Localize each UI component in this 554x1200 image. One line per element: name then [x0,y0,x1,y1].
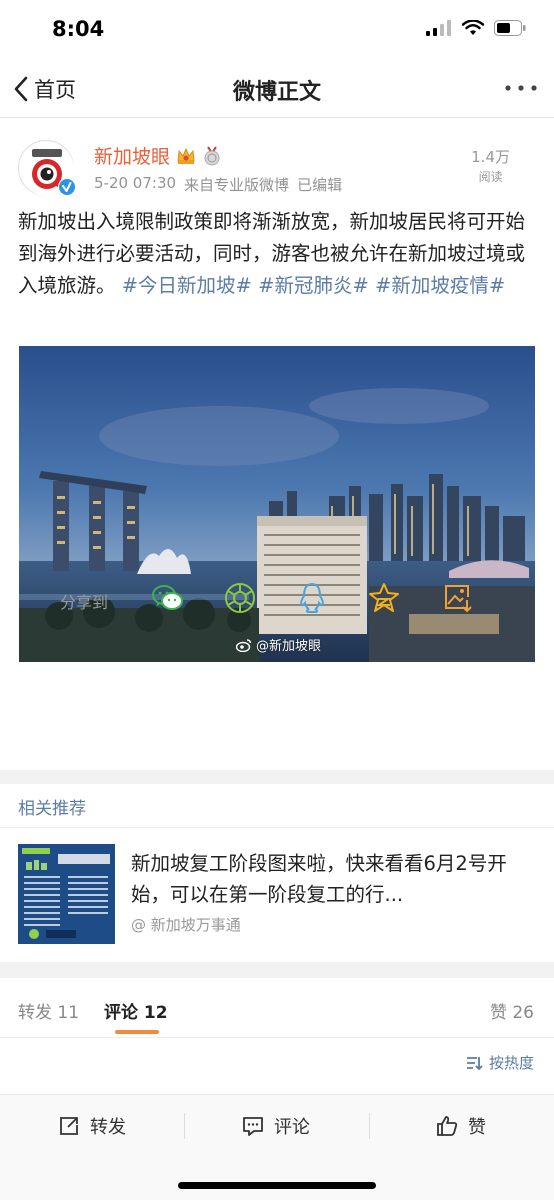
back-label: 首页 [34,78,76,102]
comment-icon [243,1117,263,1136]
tab-reposts-count: 11 [57,1003,80,1023]
tab-likes[interactable]: 赞 26 [490,998,534,1023]
related-post-thumbnail [18,844,115,944]
hashtag-link[interactable]: #新加坡疫情# [375,274,505,297]
weibo-logo-icon [235,638,252,652]
active-tab-indicator [115,1030,159,1034]
tab-reposts[interactable]: 转发 11 [18,998,79,1023]
sort-icon [466,1056,483,1070]
hashtag-link[interactable]: #新冠肺炎# [258,274,369,297]
qq-icon[interactable] [294,580,330,616]
wechat-icon[interactable] [150,580,186,616]
interaction-tabs: 转发 11 评论 12 赞 26 [0,978,554,1038]
author-name[interactable]: 新加坡眼 [94,142,170,169]
related-post-card[interactable]: 新加坡复工阶段图来啦，快来看看6月2号开始，可以在第一阶段复工的行... @ 新… [18,842,538,946]
post-meta: 5-20 07:30 来自专业版微博 已编辑 [94,174,342,195]
section-divider [0,770,554,784]
home-indicator[interactable] [178,1182,376,1189]
author-row: 新加坡眼 [94,142,222,169]
cellular-signal-icon [426,20,451,36]
read-count-label: 阅读 [478,170,503,184]
share-row: 分享到 [0,580,554,620]
section-divider [0,962,554,978]
chevron-left-icon [14,76,28,102]
related-divider [0,827,554,828]
related-post-source[interactable]: @ 新加坡万事通 [131,914,241,935]
watermark-text: @新加坡眼 [255,639,321,654]
qzone-icon[interactable] [366,580,402,616]
weibo-post-page: 8:04 首页 微博正文 新加坡眼 5-20 07:30 来自专业版微博 已编辑… [0,0,554,1200]
tab-likes-label: 赞 [489,1003,507,1023]
repost-label: 转发 [90,1117,126,1138]
moments-icon[interactable] [222,580,258,616]
status-icons [426,20,526,36]
comment-button[interactable]: 评论 [242,1113,310,1139]
post-body: 新加坡出入境限制政策即将渐渐放宽，新加坡居民将可开始到海外进行必要活动，同时，游… [18,206,538,302]
read-count: 1.4万 阅读 [471,146,510,185]
thumbs-up-icon [437,1116,458,1136]
infographic-thumbnail [18,844,115,944]
related-section-title: 相关推荐 [18,799,86,819]
medal-badge-icon[interactable] [202,145,222,166]
bottom-bar-separator [369,1113,370,1139]
status-time: 8:04 [52,17,105,41]
hashtag-link[interactable]: #今日新加坡# [122,274,252,297]
tab-likes-count: 26 [512,1003,534,1023]
verified-badge-icon [58,178,76,196]
repost-button[interactable]: 转发 [58,1113,126,1139]
wifi-icon [462,20,484,35]
back-button[interactable]: 首页 [12,74,76,104]
post-edited-label[interactable]: 已编辑 [297,174,342,195]
battery-icon [494,20,526,36]
page-title: 微博正文 [232,80,321,105]
comment-label: 评论 [274,1117,310,1138]
navigation-bar: 首页 微博正文 [0,60,554,118]
tab-comments-count: 12 [143,1003,168,1023]
image-watermark: @新加坡眼 [235,635,321,654]
post-timestamp: 5-20 07:30 [94,174,177,192]
repost-icon [60,1117,78,1135]
read-count-value: 1.4万 [471,148,510,166]
more-options-icon[interactable] [504,78,538,98]
bottom-bar-separator [184,1113,185,1139]
save-image-icon[interactable] [440,580,476,616]
tab-comments-label: 评论 [104,1003,138,1023]
related-post-headline: 新加坡复工阶段图来啦，快来看看6月2号开始，可以在第一阶段复工的行... [131,852,507,906]
crown-badge-icon[interactable] [176,146,196,166]
sort-by-hot-button[interactable]: 按热度 [465,1052,534,1073]
like-label: 赞 [468,1117,486,1138]
post-source: 来自专业版微博 [184,176,290,194]
share-label: 分享到 [60,593,109,612]
tab-reposts-label: 转发 [18,1003,52,1023]
sort-label: 按热度 [488,1054,534,1072]
tab-comments[interactable]: 评论 12 [104,998,168,1023]
status-bar: 8:04 [0,0,554,60]
like-button[interactable]: 赞 [436,1113,486,1139]
